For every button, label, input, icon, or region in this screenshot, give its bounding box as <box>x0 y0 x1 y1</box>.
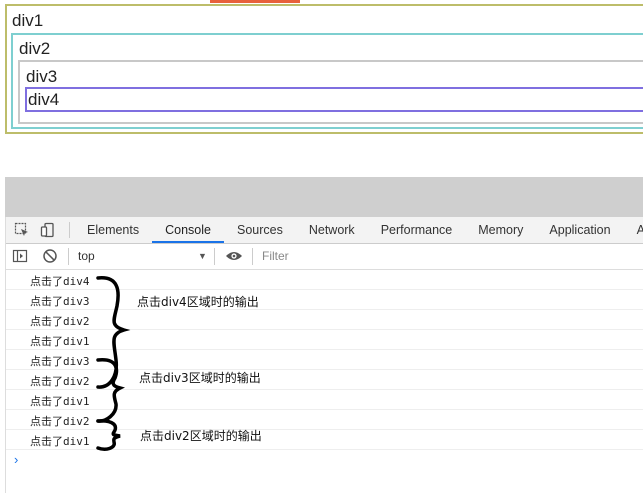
tab-application[interactable]: Application <box>536 217 623 243</box>
div4-box[interactable] <box>25 87 643 112</box>
tab-network[interactable]: Network <box>296 217 368 243</box>
tabbar-separator <box>69 222 70 238</box>
devtools-tabbar: Elements Console Sources Network Performance… <box>6 217 643 244</box>
nested-div-demo: div1 div2 div3 div4 <box>0 0 643 150</box>
div4-label: div4 <box>28 90 60 109</box>
tab-audits[interactable]: Audits <box>624 217 643 243</box>
devtools-resize-area <box>5 177 643 217</box>
device-toolbar-icon[interactable] <box>40 222 56 238</box>
filterbar-separator <box>214 248 215 265</box>
sidebar-toggle-icon[interactable] <box>12 248 28 264</box>
annotation-div4: 点击div4区域时的输出 <box>137 295 259 309</box>
filter-input[interactable] <box>258 247 643 265</box>
console-filterbar: top ▼ <box>6 244 643 270</box>
filterbar-separator <box>68 248 69 265</box>
clear-console-icon[interactable] <box>42 248 58 264</box>
tab-console[interactable]: Console <box>152 217 224 243</box>
div1-label: div1 <box>12 11 44 30</box>
devtools-panel: Elements Console Sources Network Performance… <box>5 217 643 493</box>
filterbar-separator <box>252 248 253 265</box>
prompt-chevron-icon[interactable]: › <box>14 452 18 467</box>
annotation-div2: 点击div2区域时的输出 <box>140 429 262 443</box>
context-select[interactable]: top <box>78 249 95 263</box>
annotation-div3: 点击div3区域时的输出 <box>139 371 261 385</box>
tab-sources[interactable]: Sources <box>224 217 296 243</box>
div3-label: div3 <box>26 67 58 86</box>
inspect-element-icon[interactable] <box>14 222 30 238</box>
tab-performance[interactable]: Performance <box>368 217 466 243</box>
div2-label: div2 <box>19 39 51 58</box>
dropdown-arrow-icon[interactable]: ▼ <box>198 251 207 261</box>
top-accent-line <box>210 0 300 3</box>
eye-icon[interactable] <box>225 248 242 264</box>
tab-elements[interactable]: Elements <box>74 217 152 243</box>
tab-memory[interactable]: Memory <box>465 217 536 243</box>
devtools-tabs: Elements Console Sources Network Performance… <box>74 217 643 243</box>
annotation-braces <box>96 276 131 451</box>
